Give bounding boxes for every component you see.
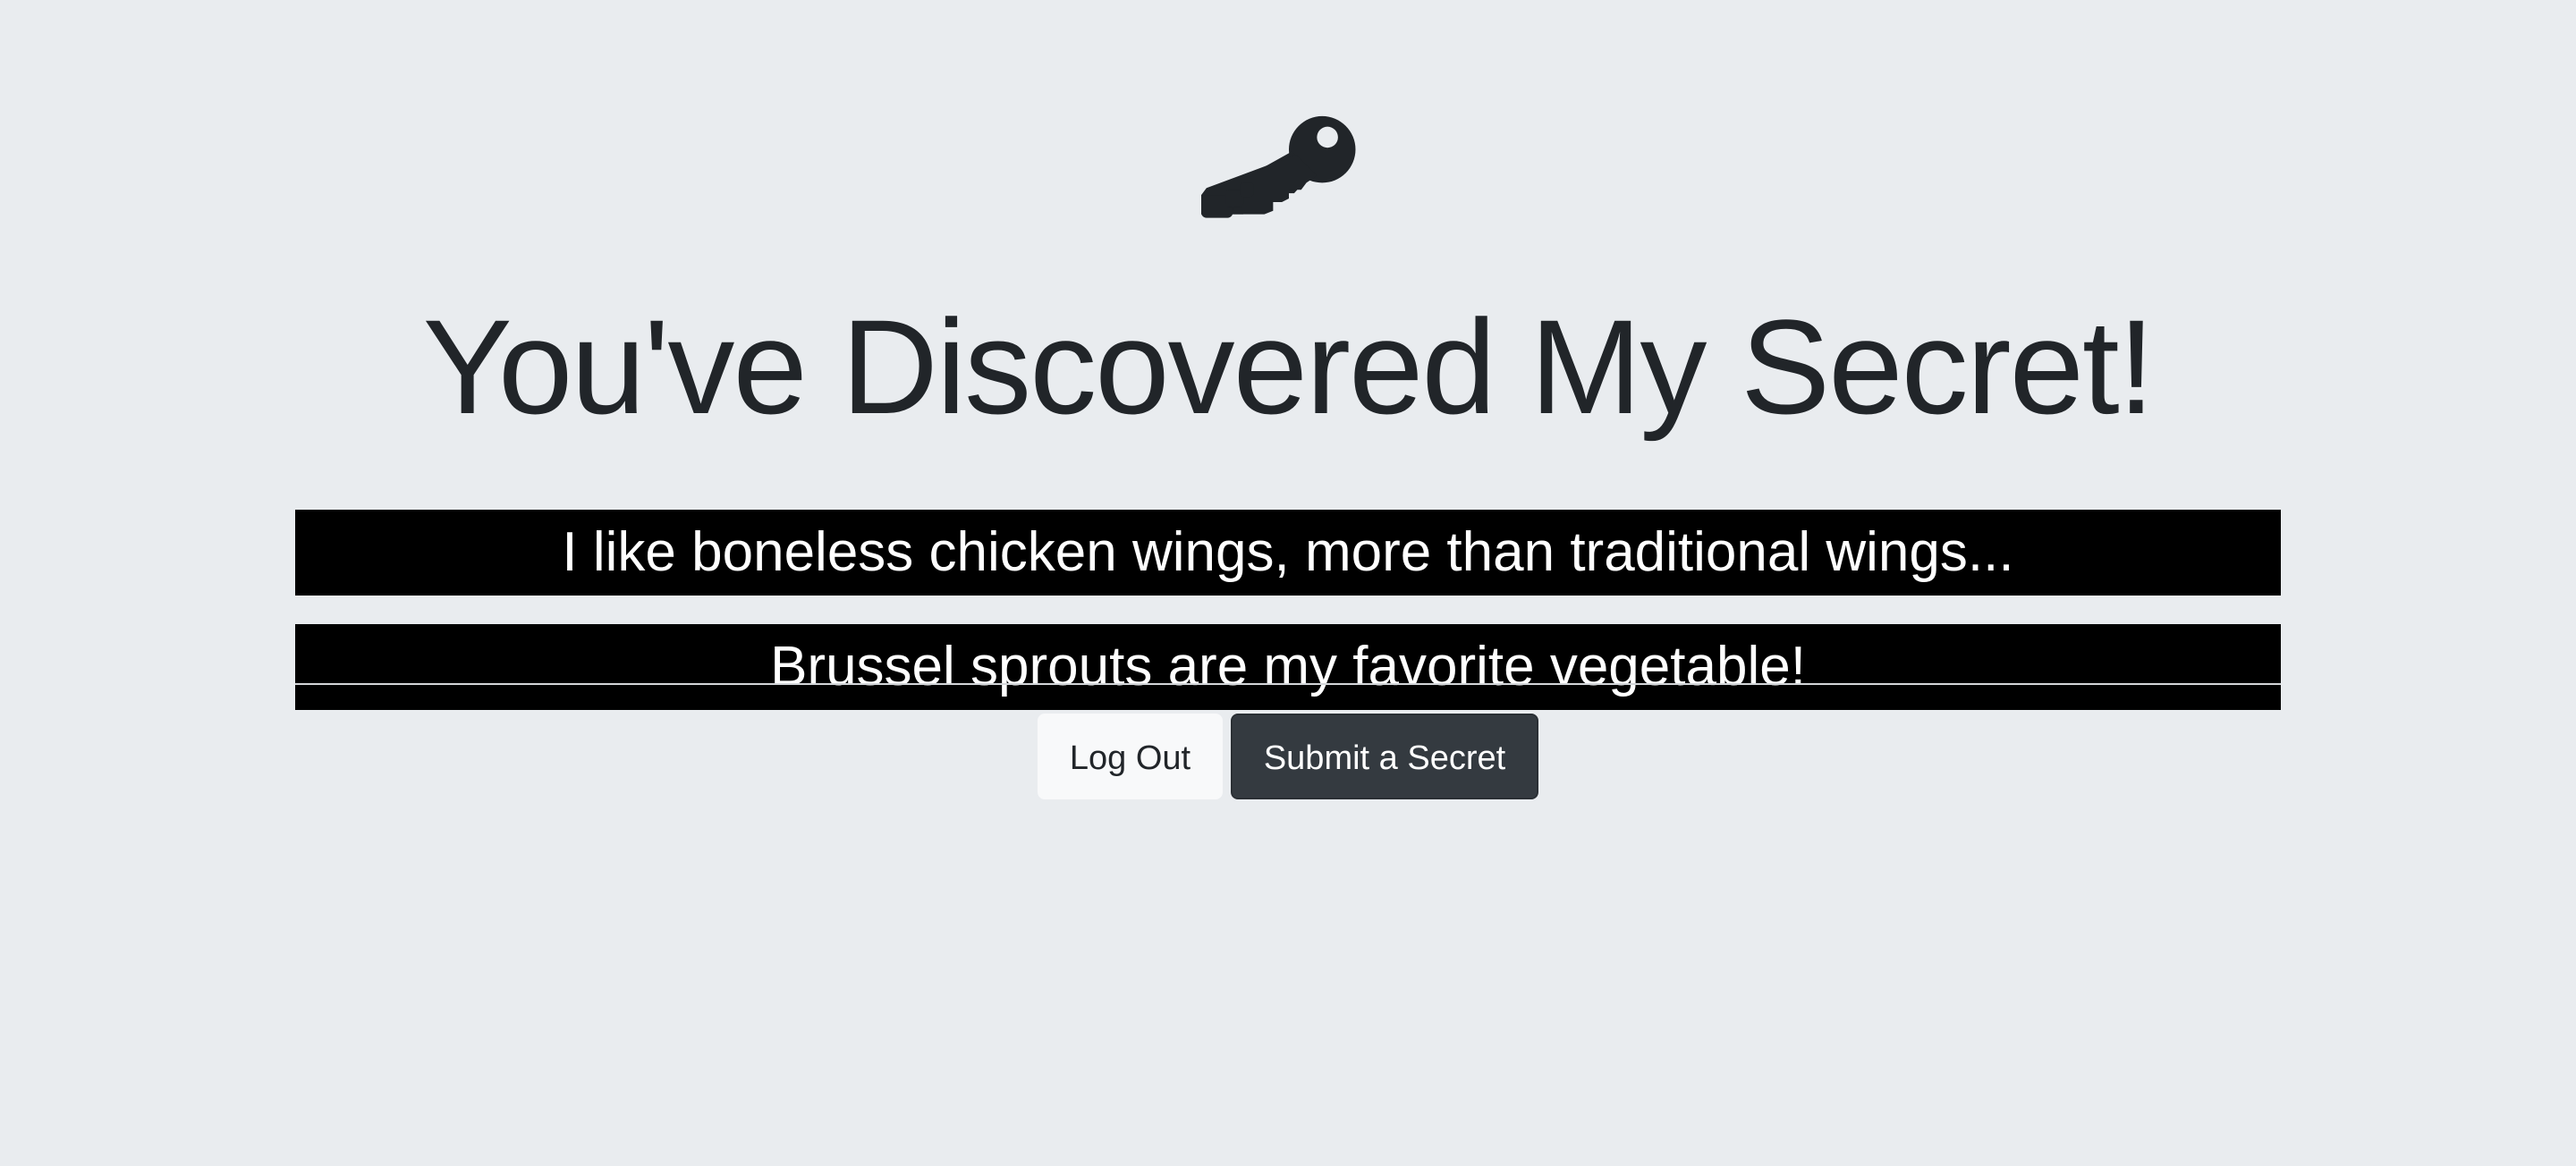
submit-secret-button[interactable]: Submit a Secret — [1231, 714, 1538, 799]
divider — [295, 683, 2281, 685]
log-out-button[interactable]: Log Out — [1038, 714, 1223, 799]
page-title: You've Discovered My Secret! — [422, 292, 2156, 442]
secret-text: Brussel sprouts are my favorite vegetabl… — [295, 624, 2281, 710]
jumbotron: You've Discovered My Secret! I like bone… — [0, 0, 2576, 1166]
key-icon — [1201, 113, 1377, 288]
secret-text: I like boneless chicken wings, more than… — [295, 510, 2281, 596]
